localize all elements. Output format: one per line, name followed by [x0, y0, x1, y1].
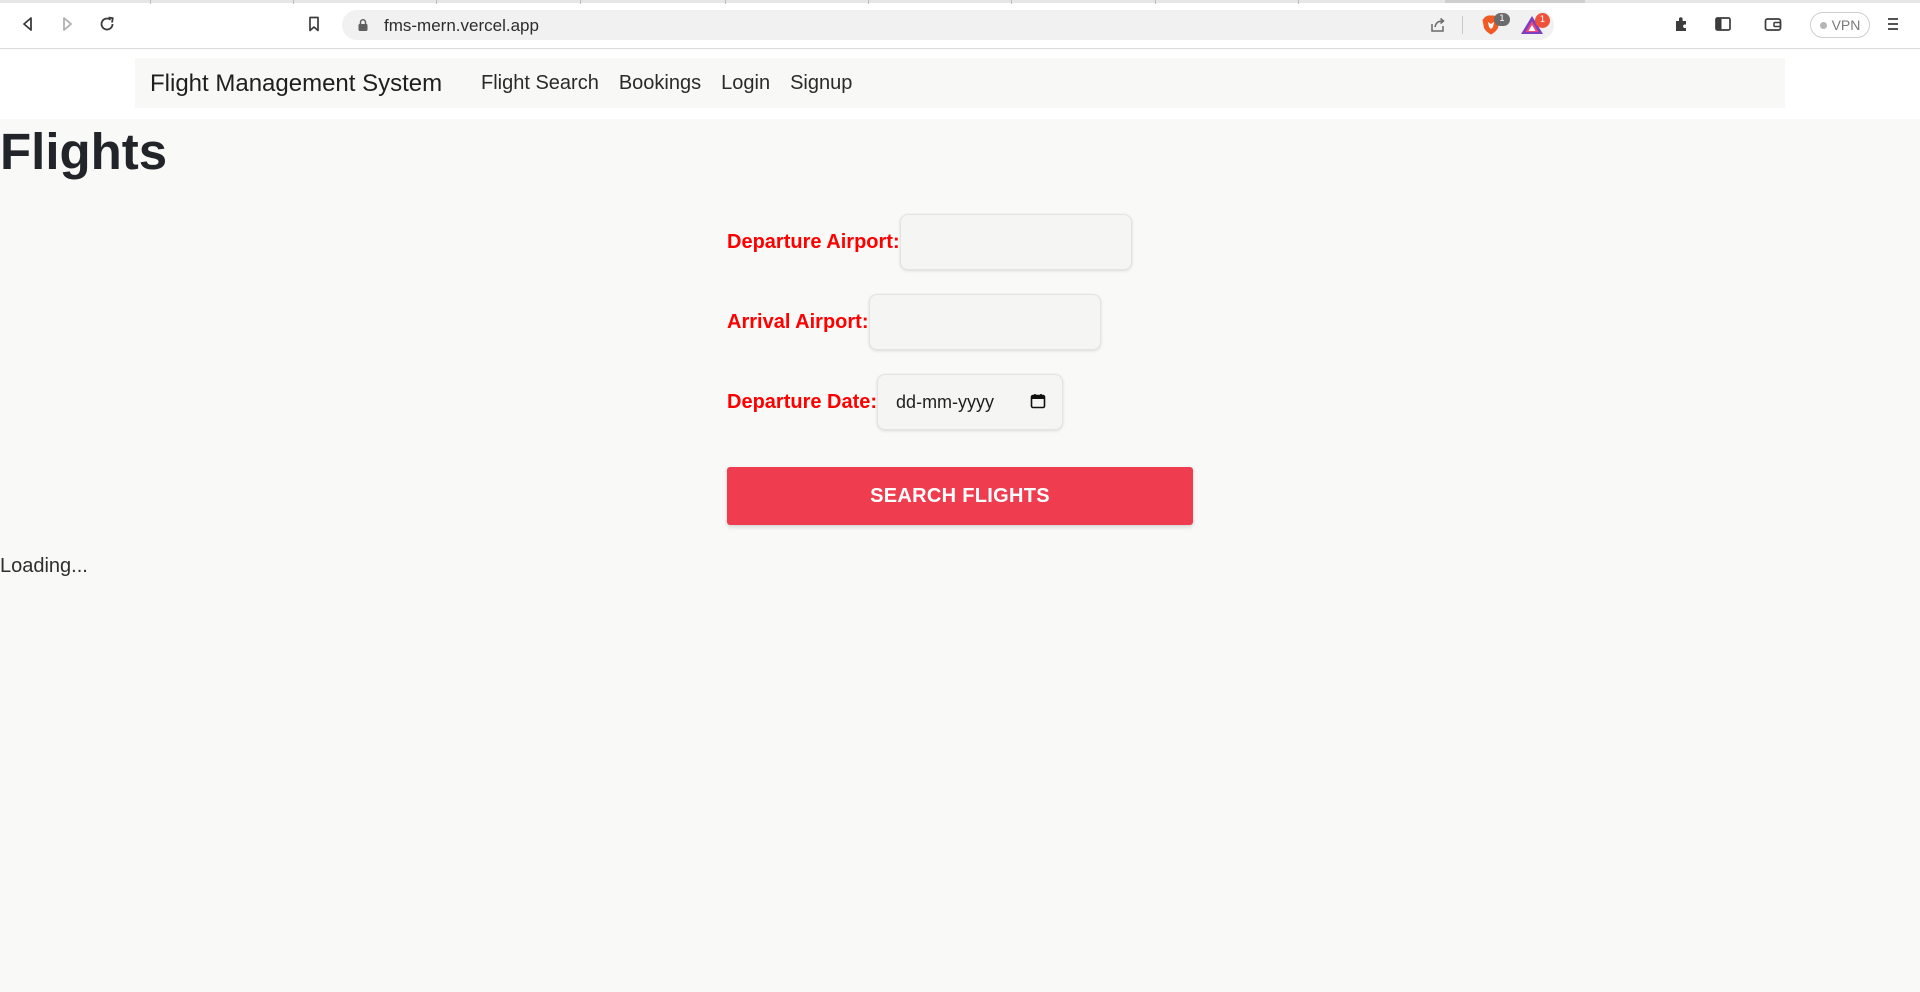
tab-separator	[1298, 0, 1299, 4]
departure-airport-input[interactable]	[899, 214, 1132, 270]
nav-link-login[interactable]: Login	[721, 72, 770, 95]
tab-separator	[1011, 0, 1012, 4]
tab-separator	[293, 0, 294, 4]
departure-airport-row: Departure Airport:	[727, 214, 1193, 270]
browser-toolbar: fms-mern.vercel.app 1 1 VPN	[0, 0, 1920, 49]
tab-separator	[725, 0, 726, 4]
nav-links: Flight Search Bookings Login Signup	[481, 72, 852, 95]
tab-strip	[0, 0, 1920, 3]
sidebar-icon[interactable]	[1707, 8, 1739, 40]
url-text[interactable]: fms-mern.vercel.app	[384, 16, 539, 36]
departure-date-row: Departure Date: dd-mm-yyyy	[727, 374, 1193, 430]
calendar-icon[interactable]	[1030, 393, 1046, 409]
tab-separator	[580, 0, 581, 4]
shield-count-badge: 1	[1494, 13, 1510, 26]
reload-icon[interactable]	[91, 8, 123, 40]
vpn-button[interactable]: VPN	[1810, 12, 1870, 38]
nav-link-flight-search[interactable]: Flight Search	[481, 72, 599, 95]
bookmark-icon[interactable]	[298, 8, 330, 40]
departure-date-input[interactable]: dd-mm-yyyy	[877, 374, 1064, 430]
active-tab-indicator	[1445, 0, 1585, 3]
forward-icon[interactable]	[51, 8, 83, 40]
rewards-count-badge: 1	[1535, 13, 1550, 28]
nav-link-signup[interactable]: Signup	[790, 72, 852, 95]
back-icon[interactable]	[12, 8, 44, 40]
vpn-label: VPN	[1831, 17, 1861, 33]
departure-airport-label: Departure Airport:	[727, 230, 900, 253]
arrival-airport-row: Arrival Airport:	[727, 294, 1193, 350]
nav-link-bookings[interactable]: Bookings	[619, 72, 701, 95]
wallet-icon[interactable]	[1757, 8, 1789, 40]
vpn-status-dot	[1819, 21, 1827, 29]
tab-separator	[150, 0, 151, 4]
extensions-icon[interactable]	[1666, 8, 1698, 40]
arrival-airport-input[interactable]	[868, 294, 1101, 350]
menu-icon[interactable]	[1877, 8, 1909, 40]
tab-separator	[868, 0, 869, 4]
omnibox-divider	[1462, 16, 1463, 34]
search-flights-button[interactable]: SEARCH FLIGHTS	[727, 467, 1193, 525]
date-placeholder: dd-mm-yyyy	[896, 392, 995, 412]
site-navbar: Flight Management System Flight Search B…	[135, 58, 1785, 108]
share-icon[interactable]	[1428, 15, 1448, 35]
flight-search-form: Departure Airport: Arrival Airport: Depa…	[727, 214, 1193, 454]
arrival-airport-label: Arrival Airport:	[727, 310, 869, 333]
loading-status: Loading...	[0, 555, 88, 577]
page-title: Flights	[0, 123, 168, 180]
tab-separator	[436, 0, 437, 4]
brand-link[interactable]: Flight Management System	[150, 70, 442, 98]
lock-icon	[358, 19, 368, 31]
tab-separator	[1155, 0, 1156, 4]
departure-date-label: Departure Date:	[727, 390, 878, 413]
address-bar[interactable]: fms-mern.vercel.app 1 1	[342, 10, 1554, 40]
